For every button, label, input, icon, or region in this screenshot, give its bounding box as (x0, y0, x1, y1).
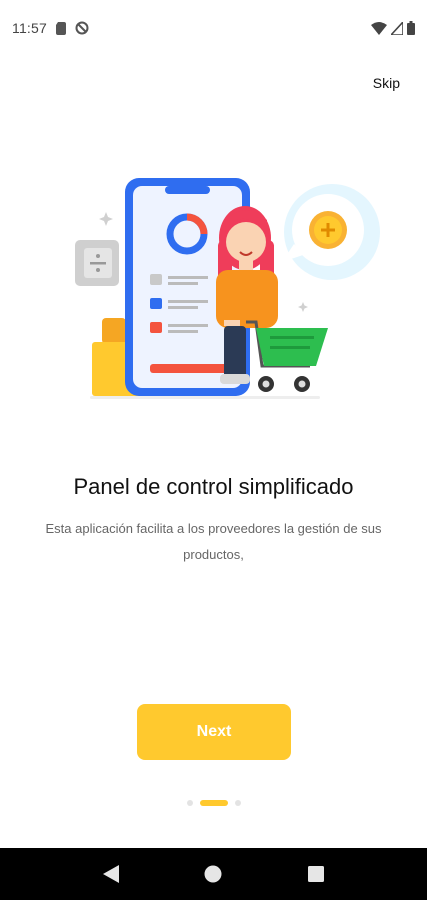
coin-bubble-icon (282, 184, 380, 280)
home-icon[interactable] (193, 854, 233, 894)
page-indicator (0, 800, 427, 806)
wifi-icon (371, 21, 387, 35)
battery-icon (407, 21, 415, 35)
page-description: Esta aplicación facilita a los proveedor… (45, 521, 382, 562)
page-dot-3[interactable] (234, 800, 241, 806)
calculator-icon (75, 240, 119, 286)
no-disturb-icon (75, 21, 89, 35)
sim-card-icon (56, 21, 66, 35)
signal-icon (391, 21, 403, 35)
page-title: Panel de control simplificado (73, 474, 354, 499)
page-dot-1[interactable] (186, 800, 193, 806)
page-dot-2-active[interactable] (199, 800, 228, 806)
status-time: 11:57 (12, 20, 47, 36)
recents-icon[interactable] (296, 854, 336, 894)
next-button[interactable]: Next (137, 704, 291, 760)
status-right (371, 21, 415, 35)
skip-button[interactable]: Skip (373, 75, 400, 91)
status-left: 11:57 (12, 20, 89, 36)
onboarding-illustration (70, 170, 390, 410)
navigation-bar (0, 848, 427, 900)
status-bar: 11:57 (0, 0, 427, 56)
back-icon[interactable] (91, 854, 131, 894)
shopping-cart-icon (246, 320, 328, 392)
